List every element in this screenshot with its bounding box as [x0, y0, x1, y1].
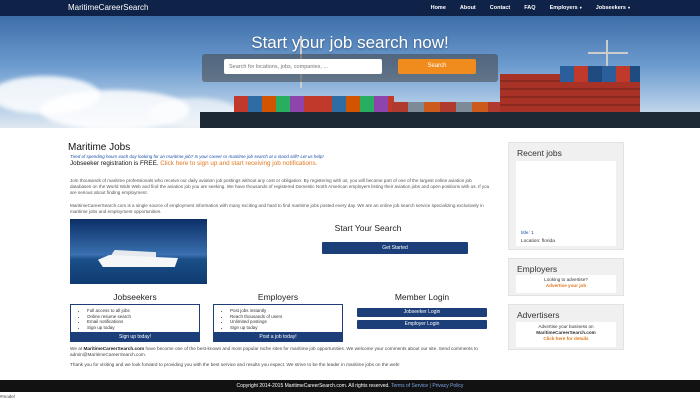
employers-list: Post jobs instantly Reach thousands of u… [214, 305, 342, 330]
employers-title: Employers [257, 292, 299, 302]
get-started-button[interactable]: Get Started [322, 242, 468, 254]
advertisers-panel: Advertisers Advertise your business on M… [508, 304, 624, 350]
advertisers-panel-title: Advertisers [517, 310, 560, 320]
list-item: Sign up today [230, 325, 342, 331]
recent-job-location: Location: florida [521, 239, 555, 244]
thank-you-paragraph: Thank you for visiting and we look forwa… [70, 362, 400, 367]
employers-panel-title: Employers [517, 264, 558, 274]
recent-jobs-title: Recent jobs [517, 148, 562, 158]
recent-jobs-list: title: 1 Location: florida [516, 161, 616, 246]
employers-panel-body: Looking to advertise? Advertise your job [516, 275, 616, 293]
advertisers-panel-body: Advertise your business on MaritimeCaree… [516, 322, 616, 347]
about-paragraph: MaritimeCareerSearch.com is a single sou… [70, 203, 484, 215]
nav-employers-label: Employers [549, 5, 578, 11]
intro-paragraph: Join thousands of maritime professionals… [70, 178, 490, 196]
search-button[interactable]: Search [398, 59, 476, 74]
employers-panel: Employers Looking to advertise? Advertis… [508, 258, 624, 296]
nav-jobseekers-label: Jobseekers [595, 5, 626, 11]
cruise-ship-image [70, 219, 207, 284]
advertise-job-link[interactable]: Advertise your job [516, 283, 616, 289]
site-name-bold: MaritimeCareerSearch.com [83, 346, 145, 351]
container-stack [560, 66, 640, 82]
member-login-title: Member Login [394, 292, 450, 302]
registration-text: Jobseeker registration is FREE. [70, 160, 159, 167]
advertise-details-link[interactable]: Click here for details [516, 336, 616, 342]
jobseeker-signup-button[interactable]: Sign up today! [70, 332, 200, 342]
nav-employers-dropdown[interactable]: Employers ▾ [550, 5, 582, 11]
start-search-title: Start Your Search [334, 223, 402, 233]
tagline: Tired of spending hours each day looking… [70, 154, 324, 159]
nav-contact[interactable]: Contact [490, 5, 510, 11]
top-navbar: MaritimeCareerSearch Home About Contact … [0, 0, 700, 16]
nav-faq[interactable]: FAQ [524, 5, 535, 11]
search-input[interactable] [224, 59, 382, 74]
welcome-paragraph: We at MaritimeCareerSearch.com have beco… [70, 346, 500, 358]
caret-down-icon: ▾ [627, 5, 630, 10]
list-item: Sign up today [87, 325, 199, 331]
nav-jobseekers-dropdown[interactable]: Jobseekers ▾ [596, 5, 630, 11]
caret-down-icon: ▾ [579, 5, 582, 10]
jobseeker-login-button[interactable]: Jobseeker Login [357, 308, 487, 317]
employer-login-button[interactable]: Employer Login [357, 320, 487, 329]
welcome-prefix: We at [70, 346, 83, 351]
post-job-button[interactable]: Post a job today! [213, 332, 343, 342]
advertise-question: Looking to advertise? [544, 277, 588, 282]
terms-link[interactable]: Terms of Service [391, 383, 428, 389]
model-tag: #model [0, 394, 15, 399]
main-nav: Home About Contact FAQ Employers ▾ Jobsee… [431, 0, 630, 16]
hero-title: Start your job search now! [251, 33, 449, 52]
ship-body [98, 255, 178, 267]
jobseekers-list: Full access to all jobs Online resume se… [71, 305, 199, 330]
recent-jobs-panel: Recent jobs title: 1 Location: florida [508, 142, 624, 250]
jobseekers-title: Jobseekers [113, 292, 157, 302]
copyright-text: Copyright 2014-2015 MaritimeCareerSearch… [236, 383, 390, 389]
footer-separator: | [429, 383, 431, 389]
ship-hull [200, 112, 700, 128]
site-brand[interactable]: MaritimeCareerSearch [68, 3, 148, 12]
nav-about[interactable]: About [460, 5, 476, 11]
page-title: Maritime Jobs [68, 142, 131, 153]
nav-home[interactable]: Home [431, 5, 446, 11]
signup-link[interactable]: Click here to sign up and start receivin… [160, 160, 317, 167]
advertise-business-text: Advertise your business on [538, 324, 594, 329]
privacy-link[interactable]: Privacy Policy [432, 383, 463, 389]
recent-job-title[interactable]: title: 1 [521, 231, 534, 236]
registration-line: Jobseeker registration is FREE. Click he… [70, 160, 317, 167]
page-footer: Copyright 2014-2015 MaritimeCareerSearch… [0, 380, 700, 392]
